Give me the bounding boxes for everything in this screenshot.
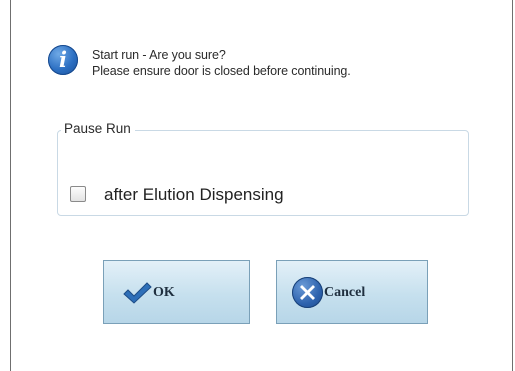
- cancel-button-label: Cancel: [324, 285, 366, 300]
- dialog-message: Start run - Are you sure? Please ensure …: [92, 47, 351, 79]
- check-icon: [123, 282, 152, 304]
- ok-button-label: OK: [153, 285, 175, 300]
- after-elution-checkbox[interactable]: [70, 186, 86, 202]
- message-line-2: Please ensure door is closed before cont…: [92, 64, 351, 78]
- cancel-button[interactable]: Cancel: [276, 260, 428, 324]
- after-elution-label[interactable]: after Elution Dispensing: [104, 184, 284, 206]
- close-icon: [292, 277, 323, 308]
- pause-run-legend: Pause Run: [61, 120, 135, 138]
- ok-button[interactable]: OK: [103, 260, 250, 324]
- info-icon: i: [48, 45, 78, 75]
- message-line-1: Start run - Are you sure?: [92, 48, 226, 62]
- confirm-dialog: i Start run - Are you sure? Please ensur…: [10, 0, 513, 371]
